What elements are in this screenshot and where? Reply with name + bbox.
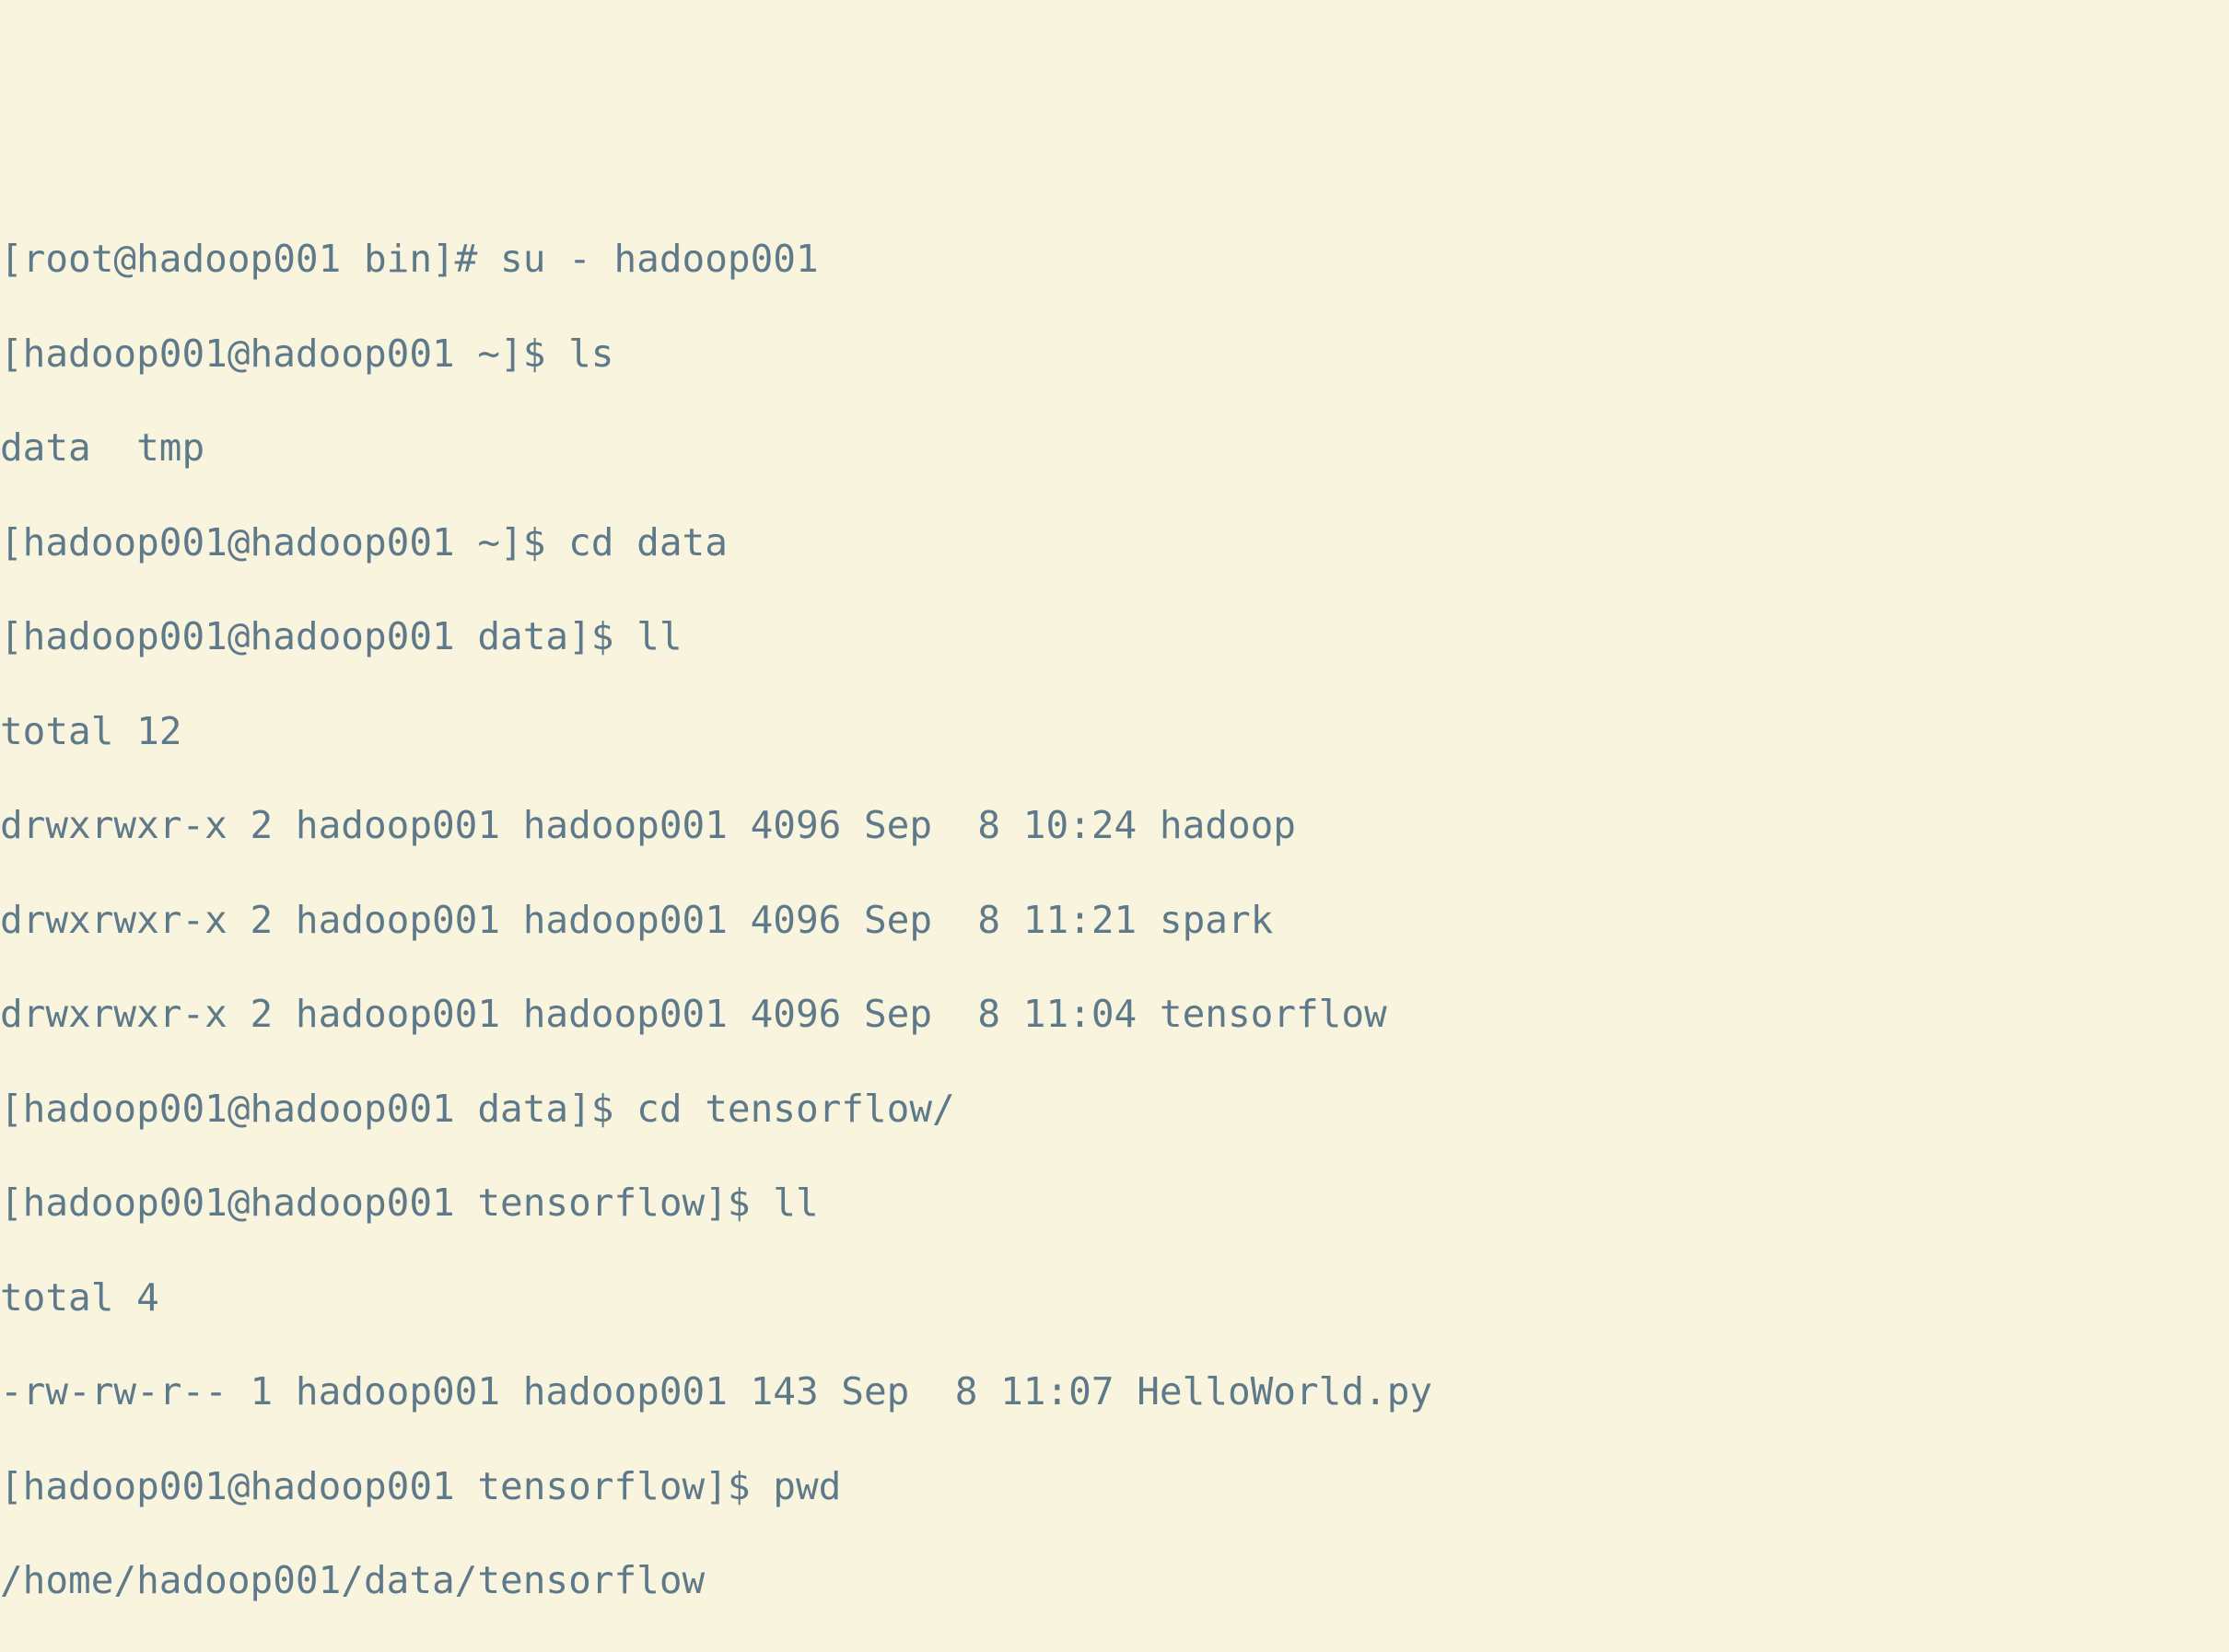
terminal-line-prompt-ll-tensorflow: [hadoop001@hadoop001 tensorflow]$ ll [0,1180,2229,1227]
terminal-line-total-tensorflow: total 4 [0,1274,2229,1321]
terminal-line-prompt-ll: [hadoop001@hadoop001 data]$ ll [0,613,2229,660]
terminal-line-prompt-cd-tensorflow: [hadoop001@hadoop001 data]$ cd tensorflo… [0,1086,2229,1133]
terminal-line-prompt-su: [root@hadoop001 bin]# su - hadoop001 [0,236,2229,283]
terminal-line-dir-spark: drwxrwxr-x 2 hadoop001 hadoop001 4096 Se… [0,897,2229,944]
terminal-line-dir-hadoop: drwxrwxr-x 2 hadoop001 hadoop001 4096 Se… [0,802,2229,849]
terminal-output: [root@hadoop001 bin]# su - hadoop001 [ha… [0,189,2229,1264]
terminal-line-file-helloworld: -rw-rw-r-- 1 hadoop001 hadoop001 143 Sep… [0,1368,2229,1415]
terminal-line-prompt-cd-data: [hadoop001@hadoop001 ~]$ cd data [0,519,2229,566]
terminal-line-dir-tensorflow: drwxrwxr-x 2 hadoop001 hadoop001 4096 Se… [0,991,2229,1038]
terminal-line-total: total 12 [0,708,2229,755]
terminal-line-prompt-ls: [hadoop001@hadoop001 ~]$ ls [0,331,2229,378]
terminal-line-ls-output: data tmp [0,425,2229,471]
terminal-line-prompt-pwd: [hadoop001@hadoop001 tensorflow]$ pwd [0,1463,2229,1510]
terminal-line-pwd-output: /home/hadoop001/data/tensorflow [0,1557,2229,1604]
